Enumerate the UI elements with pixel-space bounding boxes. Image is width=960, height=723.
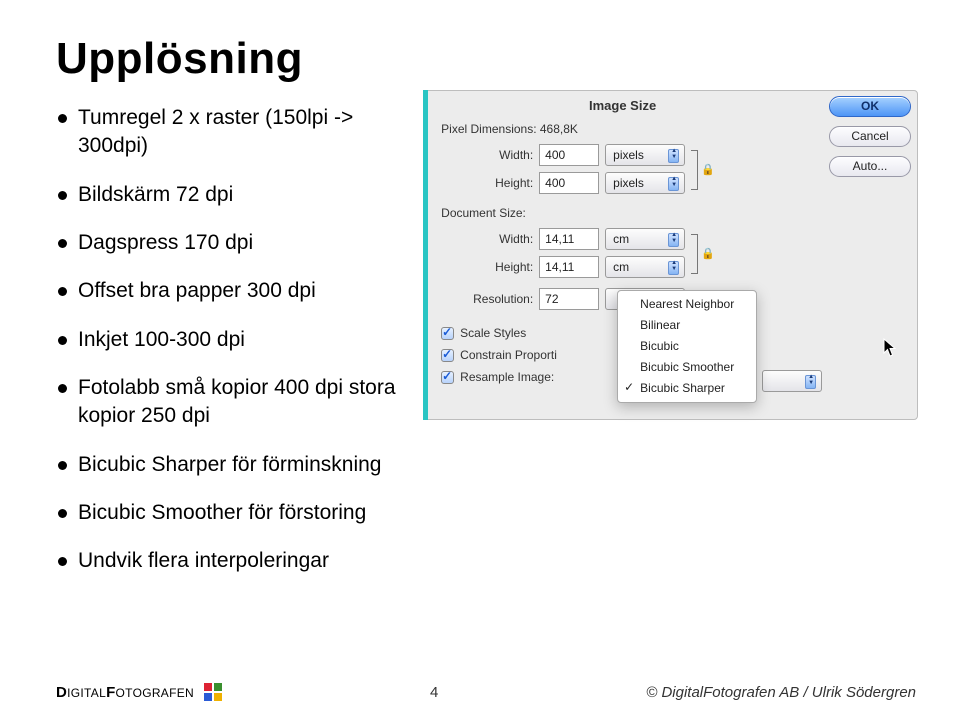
px-height-unit-select[interactable]: pixels ▲▼	[605, 172, 685, 194]
unit-label: cm	[613, 260, 629, 274]
slide: Upplösning Tumregel 2 x raster (150lpi -…	[0, 0, 960, 723]
chevron-updown-icon: ▲▼	[671, 232, 678, 244]
px-width-unit-select[interactable]: pixels ▲▼	[605, 144, 685, 166]
menu-item-selected[interactable]: Bicubic Sharper	[618, 378, 756, 399]
dialog-title: Image Size	[423, 98, 822, 113]
resolution-label: Resolution:	[461, 292, 533, 306]
doc-height-input[interactable]: 14,11	[539, 256, 599, 278]
unit-label: pixels	[613, 176, 644, 190]
menu-item[interactable]: Bicubic Smoother	[618, 357, 756, 378]
link-bracket	[691, 150, 698, 190]
menu-item[interactable]: Bicubic	[618, 336, 756, 357]
brand-text: OTOGRAFEN	[116, 686, 195, 700]
list-item: Tumregel 2 x raster (150lpi -> 300dpi)	[56, 104, 405, 161]
chevron-updown-icon: ▲▼	[671, 176, 678, 188]
cursor-icon	[883, 338, 897, 358]
page-number: 4	[430, 684, 438, 701]
brand-letter: F	[106, 684, 115, 701]
unit-label: cm	[613, 232, 629, 246]
constrain-proportions-checkbox[interactable]	[441, 349, 454, 362]
list-item: Bildskärm 72 dpi	[56, 181, 405, 209]
px-width-label: Width:	[461, 148, 533, 162]
cancel-button[interactable]: Cancel	[829, 126, 911, 147]
lock-icon: 🔒	[701, 247, 713, 261]
doc-width-input[interactable]: 14,11	[539, 228, 599, 250]
menu-item[interactable]: Nearest Neighbor	[618, 294, 756, 315]
scale-styles-label: Scale Styles	[460, 326, 526, 340]
resample-method-menu[interactable]: Nearest Neighbor Bilinear Bicubic Bicubi…	[617, 290, 757, 403]
doc-height-unit-select[interactable]: cm ▲▼	[605, 256, 685, 278]
pixel-dimensions-label: Pixel Dimensions: 468,8K	[441, 122, 578, 136]
chevron-updown-icon: ▲▼	[671, 260, 678, 272]
px-height-label: Height:	[461, 176, 533, 190]
list-item: Fotolabb små kopior 400 dpi stora kopior…	[56, 374, 405, 431]
ok-button[interactable]: OK	[829, 96, 911, 117]
window-edge	[423, 90, 428, 420]
brand-letter: D	[56, 684, 67, 701]
doc-width-unit-select[interactable]: cm ▲▼	[605, 228, 685, 250]
copyright: © DigitalFotografen AB / Ulrik Södergren	[646, 684, 916, 701]
resample-combo[interactable]: ▲▼	[762, 370, 822, 392]
brand: DIGITALFOTOGRAFEN	[56, 683, 222, 701]
chevron-updown-icon: ▲▼	[671, 148, 678, 160]
list-item: Inkjet 100-300 dpi	[56, 326, 405, 354]
list-item: Bicubic Sharper för förminskning	[56, 451, 405, 479]
px-width-input[interactable]: 400	[539, 144, 599, 166]
chevron-updown-icon: ▲▼	[808, 374, 815, 386]
doc-width-label: Width:	[461, 232, 533, 246]
resample-image-label: Resample Image:	[460, 370, 554, 384]
image-size-dialog: Image Size OK Cancel Auto... Pixel Dimen…	[423, 90, 918, 420]
list-item: Bicubic Smoother för förstoring	[56, 499, 405, 527]
page-title: Upplösning	[56, 34, 918, 84]
list-item: Offset bra papper 300 dpi	[56, 277, 405, 305]
unit-label: pixels	[613, 148, 644, 162]
list-item: Undvik flera interpoleringar	[56, 547, 405, 575]
scale-styles-checkbox[interactable]	[441, 327, 454, 340]
resolution-input[interactable]: 72	[539, 288, 599, 310]
lock-icon: 🔒	[701, 163, 713, 177]
px-height-input[interactable]: 400	[539, 172, 599, 194]
bullet-list: Tumregel 2 x raster (150lpi -> 300dpi) B…	[56, 98, 405, 596]
brand-text: IGITAL	[67, 686, 106, 700]
footer: DIGITALFOTOGRAFEN 4 © DigitalFotografen …	[0, 683, 960, 701]
link-bracket	[691, 234, 698, 274]
list-item: Dagspress 170 dpi	[56, 229, 405, 257]
brand-logo-icon	[204, 683, 222, 701]
auto-button[interactable]: Auto...	[829, 156, 911, 177]
content-row: Tumregel 2 x raster (150lpi -> 300dpi) B…	[56, 98, 918, 596]
document-size-label: Document Size:	[441, 206, 526, 220]
dialog-buttons: OK Cancel Auto...	[829, 96, 911, 177]
constrain-proportions-label: Constrain Proporti	[460, 348, 557, 362]
menu-item[interactable]: Bilinear	[618, 315, 756, 336]
doc-height-label: Height:	[461, 260, 533, 274]
resample-image-checkbox[interactable]	[441, 371, 454, 384]
